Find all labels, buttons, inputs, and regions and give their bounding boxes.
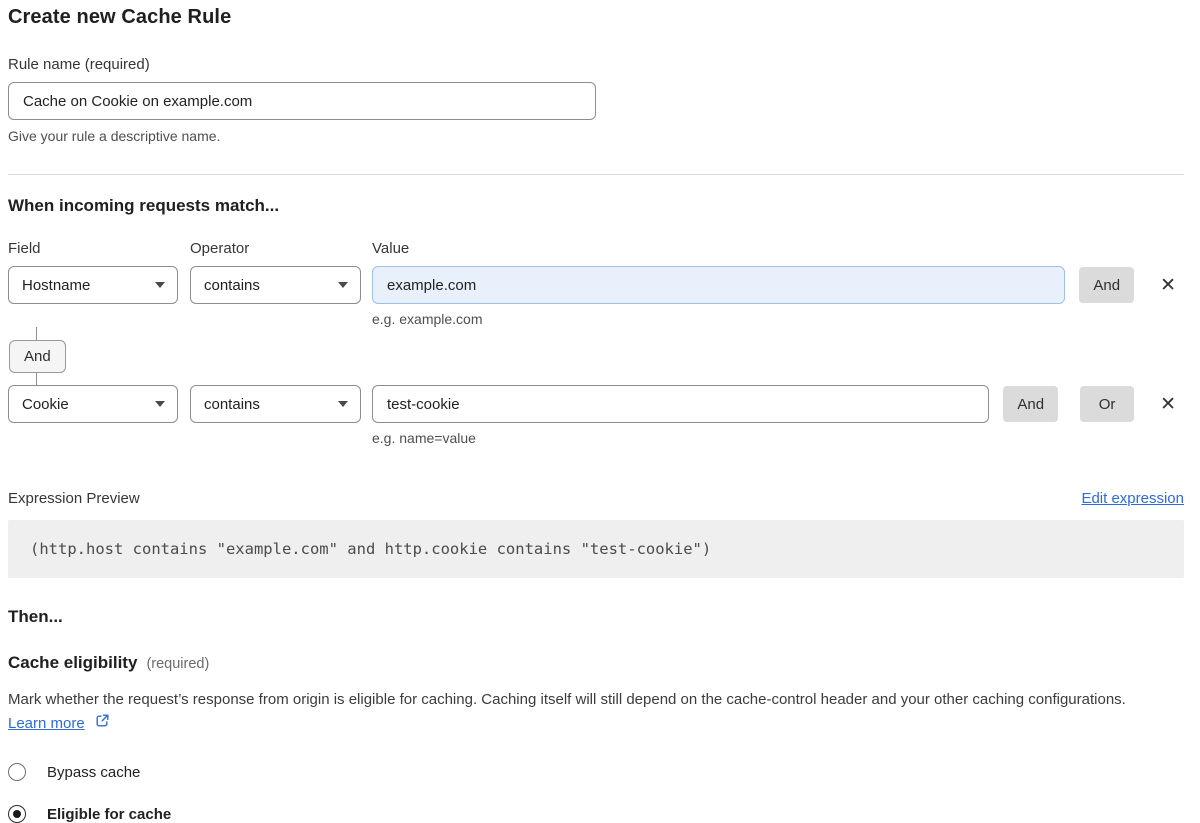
learn-more-link[interactable]: Learn more	[8, 712, 85, 736]
operator-column-label: Operator	[190, 240, 372, 257]
radio-option-label: Eligible for cache	[47, 806, 171, 823]
rule-name-label: Rule name (required)	[8, 56, 1184, 73]
condition-column-labels: Field Operator Value	[8, 240, 1184, 257]
condition-connector: And	[8, 327, 1184, 385]
external-link-icon	[95, 712, 110, 736]
remove-condition-icon[interactable]: ✕	[1158, 276, 1178, 295]
field-select[interactable]: Hostname	[8, 266, 178, 304]
field-column-label: Field	[8, 240, 190, 257]
field-select[interactable]: Cookie	[8, 385, 178, 423]
field-select-value: Cookie	[22, 396, 69, 413]
operator-select[interactable]: contains	[190, 266, 361, 304]
connector-and-chip[interactable]: And	[9, 340, 66, 373]
chevron-down-icon	[338, 401, 348, 407]
condition-row: Hostname contains And ✕	[8, 266, 1184, 304]
description-text: Mark whether the request’s response from…	[8, 691, 1126, 708]
section-divider	[8, 174, 1184, 175]
value-hint: e.g. name=value	[372, 430, 1184, 446]
value-hint: e.g. example.com	[372, 311, 1184, 327]
and-button[interactable]: And	[1079, 267, 1134, 303]
remove-condition-icon[interactable]: ✕	[1158, 395, 1178, 414]
expression-preview-label: Expression Preview	[8, 490, 140, 507]
operator-select-value: contains	[204, 396, 260, 413]
match-heading: When incoming requests match...	[8, 196, 1184, 216]
radio-option-label: Bypass cache	[47, 764, 140, 781]
rule-name-input[interactable]	[8, 82, 596, 120]
operator-select-value: contains	[204, 277, 260, 294]
chevron-down-icon	[155, 282, 165, 288]
chevron-down-icon	[155, 401, 165, 407]
and-button[interactable]: And	[1003, 386, 1058, 422]
field-select-value: Hostname	[22, 277, 90, 294]
operator-select[interactable]: contains	[190, 385, 361, 423]
eligible-for-cache-option[interactable]: Eligible for cache	[8, 805, 1184, 823]
expression-code: (http.host contains "example.com" and ht…	[30, 540, 711, 558]
required-note: (required)	[146, 656, 209, 672]
bypass-cache-option[interactable]: Bypass cache	[8, 763, 1184, 781]
cache-eligibility-description: Mark whether the request’s response from…	[8, 688, 1168, 736]
radio-button-icon[interactable]	[8, 805, 26, 823]
then-heading: Then...	[8, 607, 1184, 627]
edit-expression-link[interactable]: Edit expression	[1081, 490, 1184, 507]
or-button[interactable]: Or	[1080, 386, 1134, 422]
expression-preview-box: (http.host contains "example.com" and ht…	[8, 520, 1184, 578]
radio-button-icon[interactable]	[8, 763, 26, 781]
value-input[interactable]	[372, 385, 989, 423]
rule-name-help: Give your rule a descriptive name.	[8, 128, 1184, 144]
value-column-label: Value	[372, 240, 409, 257]
value-input[interactable]	[372, 266, 1065, 304]
page-title: Create new Cache Rule	[8, 6, 1184, 29]
cache-eligibility-heading: Cache eligibility	[8, 653, 137, 673]
chevron-down-icon	[338, 282, 348, 288]
condition-row: Cookie contains And Or ✕	[8, 385, 1184, 423]
